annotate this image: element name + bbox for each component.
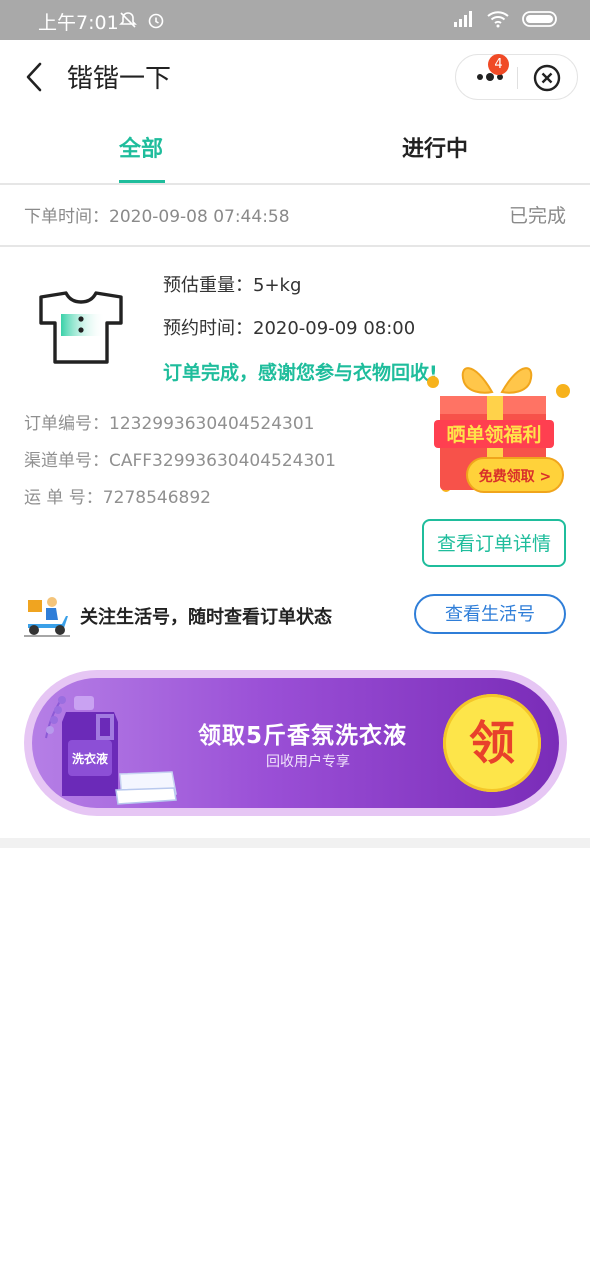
tab-all[interactable]: 全部 xyxy=(119,131,163,163)
claim-button[interactable]: 领 xyxy=(443,694,541,792)
gift-promo[interactable]: 晒单领福利 免费领取 > xyxy=(424,354,574,500)
completion-message: 订单完成，感谢您参与衣物回收! xyxy=(163,362,438,384)
channel-number: 渠道单号：CAFF32993630404524301 xyxy=(24,451,336,471)
tab-in-progress[interactable]: 进行中 xyxy=(402,131,468,163)
order-tabs: 全部 进行中 xyxy=(0,114,590,185)
order-number: 订单编号：1232993630404524301 xyxy=(24,414,315,434)
delivery-scooter-icon xyxy=(24,597,70,637)
section-divider xyxy=(0,838,590,848)
status-bar: 上午7:01 xyxy=(0,0,590,40)
mini-program-capsule xyxy=(455,54,578,100)
battery-icon xyxy=(522,11,557,27)
gift-button-label: 免费领取 > xyxy=(479,468,552,485)
close-circle-icon[interactable] xyxy=(532,63,562,93)
capsule-divider xyxy=(517,67,518,89)
wifi-icon xyxy=(487,11,509,28)
notification-badge: 4 xyxy=(488,54,509,75)
tshirt-icon xyxy=(39,291,123,364)
appointment-time: 预约时间：2020-09-09 08:00 xyxy=(163,318,416,339)
back-arrow-icon[interactable] xyxy=(20,60,50,94)
active-tab-indicator xyxy=(119,180,165,183)
signal-icon xyxy=(454,11,472,27)
gift-title: 晒单领福利 xyxy=(446,423,541,446)
order-header: 下单时间：2020-09-08 07:44:58 已完成 xyxy=(0,187,590,247)
tracking-number: 运 单 号：7278546892 xyxy=(24,488,211,508)
alarm-icon xyxy=(148,13,164,29)
mute-bell-icon xyxy=(119,12,137,28)
page-title: 锴锴一下 xyxy=(67,64,172,94)
order-status: 已完成 xyxy=(508,205,566,227)
order-time: 下单时间：2020-09-08 07:44:58 xyxy=(24,207,290,227)
status-time: 上午7:01 xyxy=(38,12,119,34)
bottle-label: 洗衣液 xyxy=(72,751,108,766)
view-order-detail-button[interactable]: 查看订单详情 xyxy=(422,519,566,567)
banner-subtitle: 回收用户专享 xyxy=(266,754,350,770)
follow-account-text: 关注生活号，随时查看订单状态 xyxy=(80,607,332,628)
view-life-account-button[interactable]: 查看生活号 xyxy=(414,594,566,634)
detergent-bottle-image: 洗衣液 xyxy=(45,696,177,805)
estimated-weight: 预估重量：5+kg xyxy=(163,275,302,296)
nav-bar: 锴锴一下 xyxy=(0,40,590,114)
banner-title: 领取5斤香氛洗衣液 xyxy=(198,723,408,749)
